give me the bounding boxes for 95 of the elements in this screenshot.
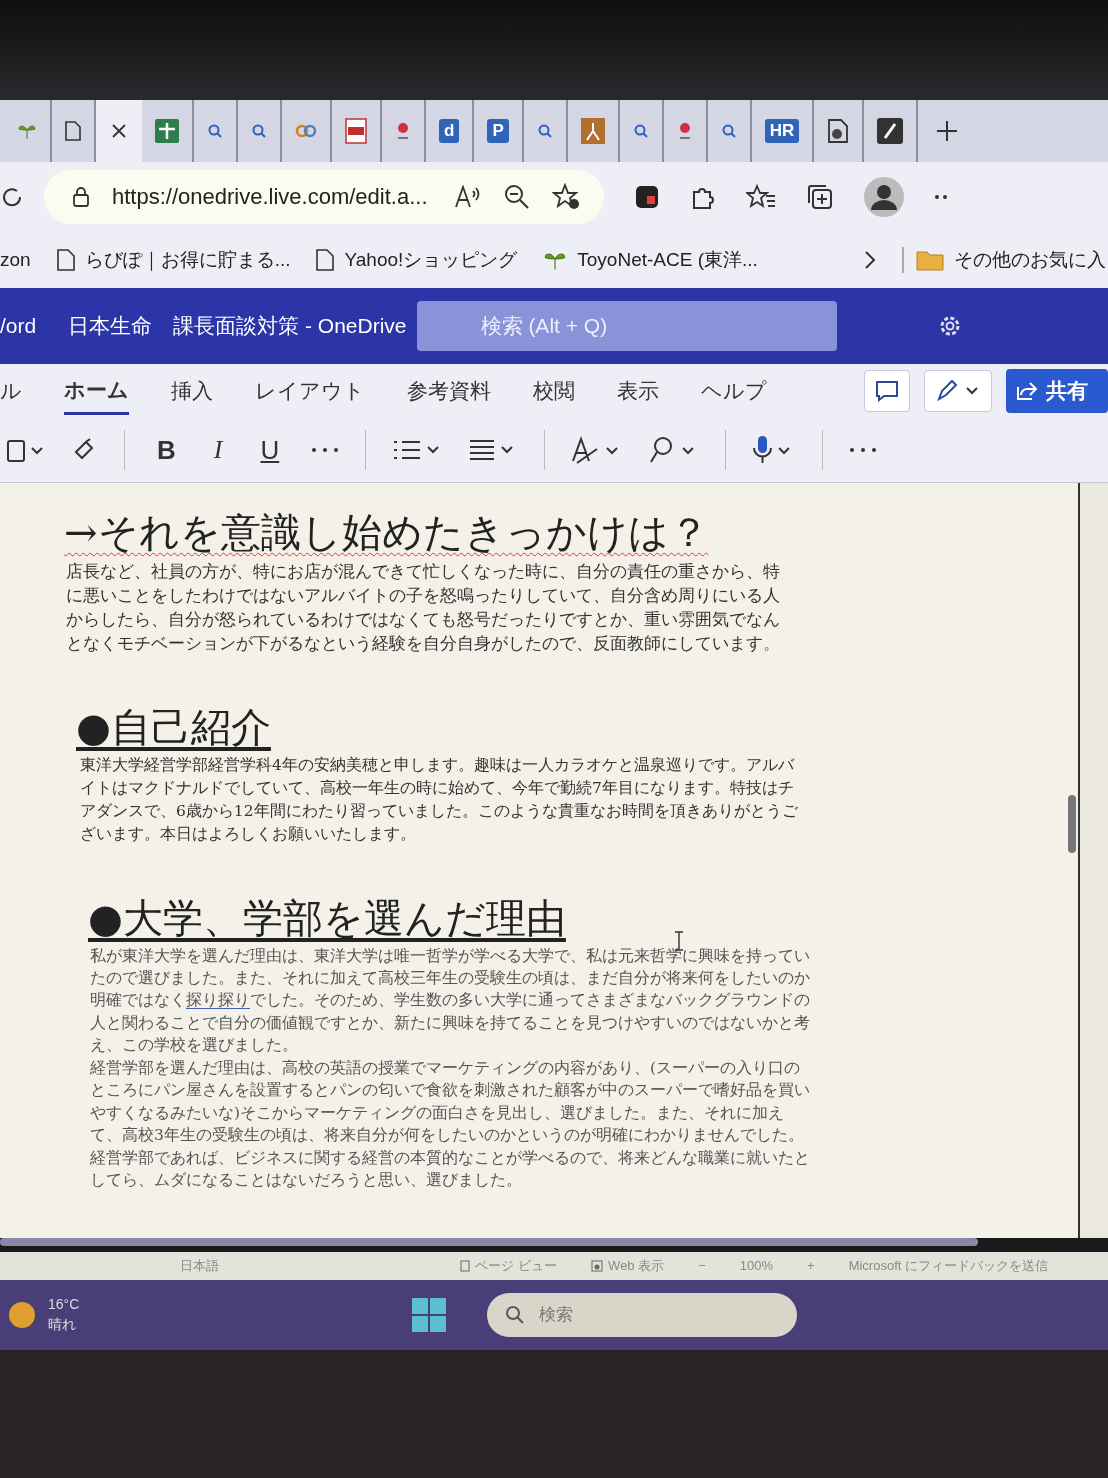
zoom-out-icon[interactable] — [503, 184, 530, 210]
heading: →それを意識し始めたきっかけは？ — [64, 508, 709, 557]
favorites-icon[interactable] — [746, 184, 776, 210]
sun-icon — [8, 1300, 36, 1329]
body-text-line: からしたら、自分が怒られているわけではなくても怒号だったりですとか、重い雰囲気でなん — [66, 608, 780, 632]
bookmark[interactable]: zon — [0, 249, 31, 271]
site-logo-icon: d — [439, 119, 460, 143]
body-text-line: ざいます。本日はよろしくお願いいたします。 — [80, 824, 416, 846]
body-text-line: たので選びました。また、それに加えて高校三年生の受験生の頃は、まだ自分が将来何をしたいのか — [90, 967, 810, 989]
app-name: /ord — [0, 314, 37, 338]
more-icon[interactable] — [934, 194, 948, 200]
more-icon[interactable] — [849, 447, 878, 453]
comments-button[interactable] — [864, 370, 910, 412]
bookmark[interactable]: Yahoo!ショッピング — [316, 247, 518, 273]
star-plus-icon[interactable] — [551, 183, 582, 211]
other-favorites-folder[interactable]: その他のお気に入 — [901, 247, 1106, 273]
page-view-icon — [460, 1259, 471, 1272]
body-text-line: やすくなるみたいな)そこからマーケティングの面白さを見出し、選びました。また、それに加え — [90, 1102, 785, 1124]
heading: ●大学、学部を選んだ理由 — [88, 893, 566, 943]
pencil-icon — [935, 379, 981, 403]
weather-condition: 晴れ — [48, 1315, 77, 1334]
ribbon-tab[interactable]: ル — [0, 369, 22, 413]
search-icon — [536, 123, 553, 139]
body-text-line: してら、ムダになることはないだろうと思い、選びました。 — [90, 1170, 522, 1192]
format-button[interactable]: B — [151, 434, 182, 466]
search-icon — [207, 123, 223, 139]
horizontal-scrollbar[interactable] — [0, 1237, 978, 1246]
body-text-line: 明確ではなく 探り探り でした。そのため、学生数の多い大学に通ってさまざまなバックグラウンドの — [90, 990, 810, 1012]
browser-tab[interactable] — [96, 100, 142, 162]
pdf-file-icon — [345, 118, 367, 144]
collections-icon[interactable] — [806, 183, 834, 211]
body-text-line: アダンスで、6歳から12年間にわたり習っていました。このような貴重なお時間を頂きありがとうご — [80, 801, 798, 822]
heading: ●自己紹介 — [76, 702, 271, 752]
body-text-line: え、この学校を選びました。 — [90, 1035, 298, 1057]
ribbon-tab[interactable]: 表示 — [617, 369, 659, 413]
format-button[interactable]: I — [207, 435, 229, 465]
new-tab-icon[interactable] — [936, 120, 959, 142]
ribbon-tab[interactable]: 校閲 — [533, 369, 575, 413]
start-icon[interactable] — [410, 1296, 447, 1333]
format-button[interactable]: U — [254, 434, 286, 466]
body-text-line: 店長など、社員の方が、特にお店が混んできて忙しくなった時に、自分の責任の重さから、特 — [66, 560, 780, 583]
body-text-line: 人と関わることで自分の価値観ですとか、新たに興味を持てることを見つけやすいのではないかと考 — [90, 1012, 810, 1034]
document-title[interactable]: 日本生命 課長面談対策 - OneDrive — [68, 312, 407, 340]
body-text-line: 私が東洋大学を選んだ理由は、東洋大学は唯一哲学が学べる大学で、私は元来哲学に興味を持ってい — [90, 945, 810, 967]
document-icon — [827, 118, 850, 144]
page-icon — [316, 249, 335, 271]
grid-icon — [155, 119, 179, 143]
read-aloud-icon[interactable] — [453, 185, 482, 209]
paste-icon[interactable] — [6, 437, 46, 463]
page-icon — [56, 249, 75, 271]
body-text-line: イトはマクドナルドでしていて、高校一年生の時に始めて、今年で勤続7年目になります。特技はチ — [80, 777, 794, 799]
rings-icon — [295, 124, 317, 138]
body-text-line: に悪いことをしたわけではないアルバイトの子を怒鳴ったりしていて、自分含め周りにいる人 — [66, 584, 780, 608]
ribbon-tab[interactable]: 挿入 — [171, 369, 213, 413]
more-icon[interactable] — [311, 447, 340, 453]
body-text-line: 経営学部を選んだ理由は、高校の英語の授業でマーケティングの内容があり、(スーパーの入り口の — [90, 1057, 801, 1079]
web-view-icon — [591, 1259, 604, 1272]
editing-mode-button[interactable] — [924, 370, 992, 412]
ribbon-tab[interactable]: レイアウト — [255, 369, 365, 413]
body-text-line: 経営学部であれば、ビジネスに関する経営の本質的なことが学べるので、将来どんな職業に就いたと — [90, 1147, 810, 1169]
leaf-icon — [17, 122, 37, 140]
scrollbar-thumb[interactable] — [1068, 795, 1076, 853]
ribbon-tab[interactable]: ヘルプ — [701, 369, 767, 413]
lock-icon — [72, 186, 90, 208]
url-text: https://onedrive.live.com/edit.a... — [112, 184, 428, 210]
bookmark[interactable]: らびぽ｜お得に貯まる... — [56, 247, 291, 273]
body-text-line: 東洋大学経営学部経営学科4年の安納美穂と申します。趣味は一人カラオケと温泉巡りです。アルバ — [80, 754, 794, 776]
temperature: 16°C — [48, 1295, 80, 1312]
profile-icon[interactable] — [864, 177, 904, 217]
site-logo-icon: HR — [764, 119, 800, 143]
bookmark[interactable]: ToyoNet-ACE (東洋... — [543, 247, 758, 273]
refresh-icon[interactable] — [0, 185, 24, 209]
search-icon — [504, 1304, 525, 1325]
pin-icon — [395, 121, 411, 141]
page-icon — [65, 121, 81, 141]
search-icon — [632, 123, 649, 139]
figure-icon — [580, 118, 605, 144]
extension-icon[interactable] — [634, 184, 660, 210]
search-icon — [720, 123, 737, 139]
app-icon — [877, 118, 904, 144]
body-text-line: ところにパン屋さんを設置するとパンの匂いで食欲を刺激された顧客が中のスーパーで嗜好品を買い — [90, 1080, 810, 1102]
close-icon[interactable] — [112, 124, 126, 138]
weather-widget[interactable]: 16°C 晴れ — [8, 1295, 80, 1334]
folder-icon — [915, 249, 944, 271]
ribbon-tab[interactable]: ホーム — [64, 367, 129, 415]
search-icon — [251, 123, 267, 139]
share-icon — [1016, 381, 1038, 401]
site-logo-icon: P — [487, 119, 509, 143]
address-bar[interactable]: https://onedrive.live.com/edit.a... — [44, 170, 604, 224]
comment-icon — [875, 380, 899, 402]
ribbon-tab[interactable]: 参考資料 — [407, 369, 491, 413]
body-text-line: て、高校3年生の受験生の頃は、将来自分が何をしたいのかというのが明確にわかりませんでした。 — [90, 1125, 804, 1147]
body-text-line: となくモチベーションが下がるなという経験を自分自身がしたので、反面教師にしています。 — [66, 632, 780, 656]
share-button[interactable]: 共有 — [1006, 369, 1108, 413]
chevron-right-icon[interactable] — [863, 250, 876, 270]
